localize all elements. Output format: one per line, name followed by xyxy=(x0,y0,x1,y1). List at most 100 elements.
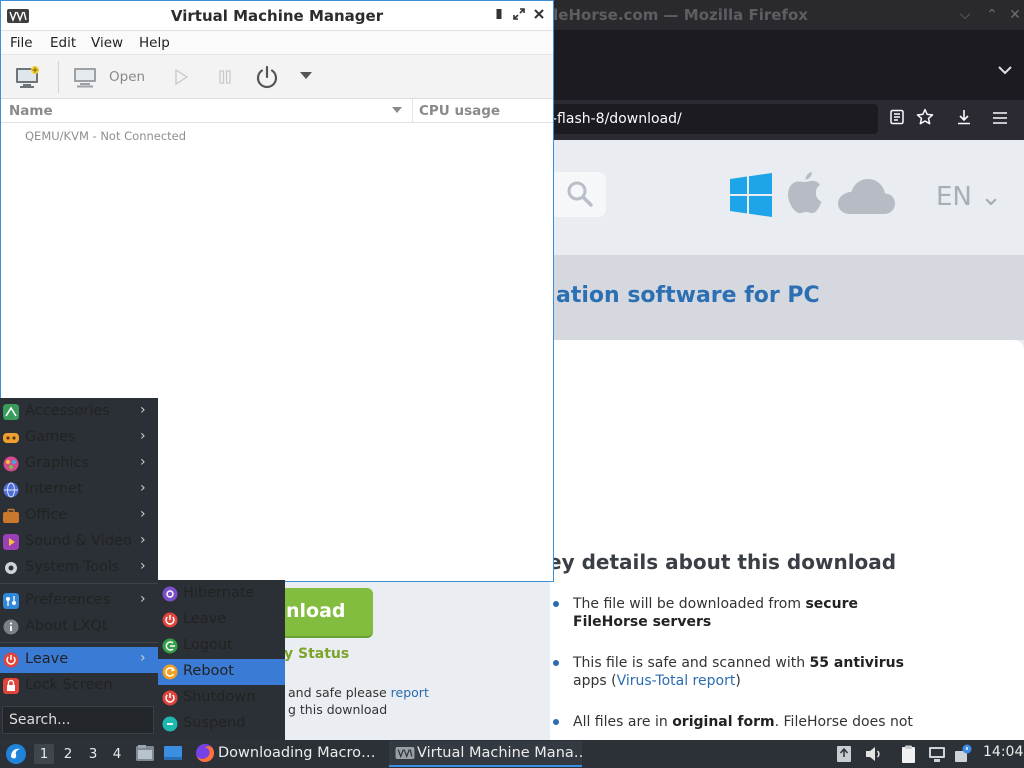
desktop-4-button[interactable]: 4 xyxy=(107,744,127,764)
notification-icon[interactable] xyxy=(953,744,973,764)
hamburger-menu-icon[interactable] xyxy=(988,108,1012,132)
hibernate-icon xyxy=(162,586,178,602)
network-icon[interactable] xyxy=(927,744,947,764)
menu-edit[interactable]: Edit xyxy=(50,35,76,51)
bullet-dot xyxy=(553,719,559,725)
sound-video-icon xyxy=(3,534,19,550)
bookmark-star-icon[interactable] xyxy=(913,108,937,132)
desktop-2-button[interactable]: 2 xyxy=(58,744,78,764)
office-icon xyxy=(3,508,19,523)
submenu-arrow-icon: › xyxy=(140,402,146,418)
show-desktop-icon[interactable] xyxy=(163,744,183,762)
volume-icon[interactable] xyxy=(863,744,883,764)
language-selector[interactable]: EN ⌄ xyxy=(936,182,1002,212)
new-vm-icon[interactable] xyxy=(15,65,41,89)
submenu-arrow-icon: › xyxy=(140,506,146,522)
menu-item-graphics[interactable]: Graphics › xyxy=(0,451,158,477)
toolbar-separator xyxy=(58,61,59,93)
menu-item-system-tools[interactable]: System Tools › xyxy=(0,555,158,581)
menu-item-logout[interactable]: Logout xyxy=(158,633,285,659)
submenu-arrow-icon: › xyxy=(140,480,146,496)
menu-item-office[interactable]: Office › xyxy=(0,503,158,529)
menu-item-preferences[interactable]: Preferences › xyxy=(0,588,158,614)
menu-item-accessories[interactable]: Accessories › xyxy=(0,399,158,425)
logout-icon xyxy=(162,638,178,654)
menu-item-lock-screen[interactable]: Lock Screen xyxy=(0,673,158,699)
open-console-icon[interactable] xyxy=(73,67,97,89)
apple-icon[interactable] xyxy=(786,170,824,216)
cloud-icon[interactable] xyxy=(836,176,896,216)
reboot-icon xyxy=(162,664,178,680)
sort-descending-icon[interactable] xyxy=(391,105,403,115)
games-icon xyxy=(3,433,19,443)
menu-item-shutdown[interactable]: Shutdown xyxy=(158,685,285,711)
vmm-menubar xyxy=(1,31,553,55)
submenu-arrow-icon: › xyxy=(140,428,146,444)
shutdown-options-chevron-icon[interactable] xyxy=(299,71,313,81)
system-tools-icon xyxy=(5,562,17,574)
verify-status-link[interactable]: y Status xyxy=(284,646,349,662)
run-icon[interactable] xyxy=(173,69,189,85)
search-icon[interactable] xyxy=(566,180,594,208)
submenu-arrow-icon: › xyxy=(140,591,146,607)
menu-item-games[interactable]: Games › xyxy=(0,425,158,451)
clipboard-icon[interactable] xyxy=(898,744,918,764)
firefox-window-title: ileHorse.com — Mozilla Firefox xyxy=(548,6,808,24)
menu-item-sound-video[interactable]: Sound & Video › xyxy=(0,529,158,555)
key-detail-item: This file is safe and scanned with 55 an… xyxy=(573,655,904,689)
vmm-window-title: Virtual Machine Manager xyxy=(170,7,384,25)
clock[interactable]: 14:04 xyxy=(983,744,1023,760)
virus-total-link[interactable]: Virus-Total report xyxy=(617,673,736,689)
column-divider[interactable] xyxy=(412,99,413,123)
open-button-label[interactable]: Open xyxy=(109,69,145,85)
downloads-icon[interactable] xyxy=(952,108,976,132)
windows-icon[interactable] xyxy=(730,173,772,217)
graphics-icon xyxy=(3,456,19,472)
task-firefox[interactable]: Downloading Macro… xyxy=(193,741,383,767)
submenu-arrow-icon: › xyxy=(140,558,146,574)
file-manager-icon[interactable] xyxy=(135,744,155,762)
menu-item-leave-sub[interactable]: Leave xyxy=(158,607,285,633)
firefox-close-button[interactable]: ✕ xyxy=(1005,5,1024,25)
download-button[interactable]: nload xyxy=(280,588,373,636)
menu-item-about-lxqt[interactable]: About LXQt xyxy=(0,614,158,640)
reader-view-icon[interactable] xyxy=(885,108,909,132)
menu-search-input[interactable]: Search... xyxy=(2,706,154,734)
menu-item-reboot[interactable]: Reboot xyxy=(158,659,285,685)
submenu-arrow-icon: › xyxy=(140,454,146,470)
info-icon xyxy=(3,619,19,635)
report-link[interactable]: report xyxy=(391,685,429,700)
menu-item-leave[interactable]: Leave › xyxy=(0,647,158,673)
vmm-close-button[interactable] xyxy=(529,6,549,26)
hero-title: ation software for PC xyxy=(556,283,820,308)
firefox-minimize-button[interactable]: ⌵ xyxy=(955,5,975,25)
menu-file[interactable]: File xyxy=(10,35,33,51)
firefox-icon xyxy=(196,744,214,762)
internet-icon xyxy=(3,482,19,498)
menu-item-suspend[interactable]: Suspend xyxy=(158,711,285,737)
menu-help[interactable]: Help xyxy=(139,35,170,51)
vmm-minimize-button[interactable] xyxy=(489,6,509,26)
desktop-1-button[interactable]: 1 xyxy=(34,744,54,764)
key-details-title: ey details about this download xyxy=(548,550,897,574)
url-bar[interactable]: -flash-8/download/ xyxy=(548,104,878,134)
column-cpu-usage[interactable]: CPU usage xyxy=(419,103,500,119)
shutdown-vm-icon[interactable] xyxy=(255,65,279,89)
power-icon xyxy=(162,612,178,628)
task-virtual-machine-manager[interactable]: Virtual Machine Mana… xyxy=(389,741,582,767)
updates-tray-icon[interactable] xyxy=(834,744,854,764)
accessories-icon xyxy=(3,404,19,420)
menu-view[interactable]: View xyxy=(91,35,123,51)
lxqt-start-icon[interactable] xyxy=(5,743,27,765)
pause-icon[interactable] xyxy=(217,69,233,85)
preferences-icon xyxy=(3,593,19,609)
menu-item-hibernate[interactable]: Hibernate xyxy=(158,581,285,607)
list-all-tabs-icon[interactable] xyxy=(995,64,1015,84)
menu-item-internet[interactable]: Internet › xyxy=(0,477,158,503)
column-name[interactable]: Name xyxy=(9,103,53,119)
shutdown-icon xyxy=(162,690,178,706)
connection-row[interactable]: QEMU/KVM - Not Connected xyxy=(25,129,186,143)
desktop-3-button[interactable]: 3 xyxy=(83,744,103,764)
firefox-maximize-button[interactable]: ⌃ xyxy=(982,5,1002,25)
vmm-maximize-button[interactable] xyxy=(509,6,529,26)
